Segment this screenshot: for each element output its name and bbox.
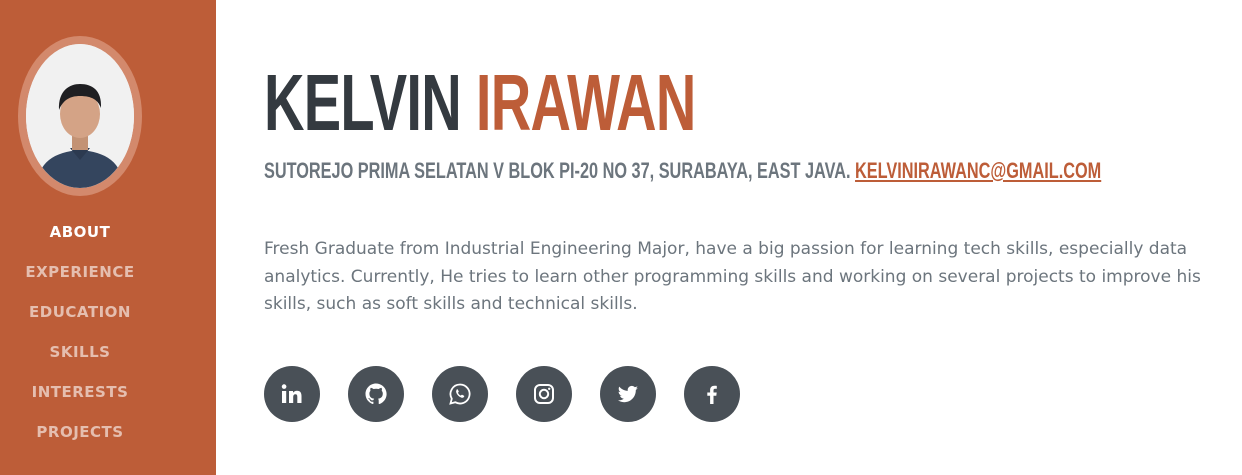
github-icon (365, 383, 387, 405)
first-name: KELVIN (264, 58, 462, 147)
sidebar: ABOUT EXPERIENCE EDUCATION SKILLS INTERE… (0, 0, 216, 475)
nav-menu: ABOUT EXPERIENCE EDUCATION SKILLS INTERE… (0, 212, 160, 452)
profile-photo-icon (26, 44, 134, 188)
nav-item-projects[interactable]: PROJECTS (0, 412, 160, 452)
social-icons (264, 366, 740, 422)
nav-item-skills[interactable]: SKILLS (0, 332, 160, 372)
nav-item-experience[interactable]: EXPERIENCE (0, 252, 160, 292)
address-text: SUTOREJO PRIMA SELATAN V BLOK PI-20 NO 3… (264, 158, 851, 183)
avatar-frame (18, 36, 142, 196)
whatsapp-icon (449, 383, 471, 405)
about-lead: Fresh Graduate from Industrial Engineeri… (264, 239, 1201, 314)
nav-item-about[interactable]: ABOUT (0, 212, 160, 252)
facebook-icon (707, 385, 717, 404)
github-button[interactable] (348, 366, 404, 422)
email-link[interactable]: KELVINIRAWANC@GMAIL.COM (855, 158, 1101, 183)
nav-item-education[interactable]: EDUCATION (0, 292, 160, 332)
instagram-button[interactable] (516, 366, 572, 422)
avatar[interactable] (26, 44, 134, 188)
page-title: KELVIN IRAWAN (264, 58, 696, 148)
linkedin-button[interactable] (264, 366, 320, 422)
twitter-button[interactable] (600, 366, 656, 422)
whatsapp-button[interactable] (432, 366, 488, 422)
facebook-button[interactable] (684, 366, 740, 422)
address-line: SUTOREJO PRIMA SELATAN V BLOK PI-20 NO 3… (264, 158, 1101, 184)
nav-item-interests[interactable]: INTERESTS (0, 372, 160, 412)
last-name: IRAWAN (475, 58, 696, 147)
linkedin-icon (281, 384, 302, 403)
twitter-icon (617, 385, 638, 403)
instagram-icon (534, 384, 554, 404)
